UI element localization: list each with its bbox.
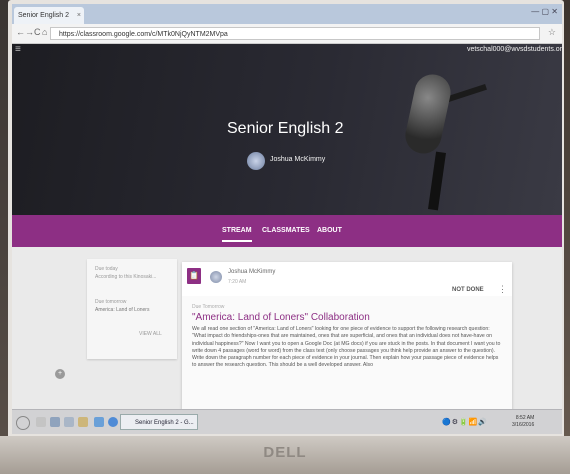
back-icon[interactable]: ← <box>16 27 25 37</box>
post-title[interactable]: "America: Land of Loners" Collaboration <box>192 312 370 323</box>
screen: Senior English 2 × — ▢ ✕ ← → C ⌂ https:/… <box>12 4 562 434</box>
more-options-icon[interactable]: ⋮ <box>498 284 507 295</box>
clock-date: 3/16/2016 <box>512 422 535 428</box>
taskbar: Senior English 2 - G... 🔵⚙🔋📶🔊 8:52 AM 3/… <box>12 409 562 434</box>
tab-about[interactable]: ABOUT <box>317 227 342 234</box>
view-all-link[interactable]: VIEW ALL <box>139 331 162 337</box>
tab-strip: Senior English 2 × — ▢ ✕ <box>12 4 562 24</box>
launcher-icon[interactable] <box>16 416 30 430</box>
class-title: Senior English 2 <box>227 120 344 137</box>
app-icon[interactable] <box>94 417 104 427</box>
browser-tab-title: Senior English 2 <box>18 12 69 19</box>
upcoming-card: Due today According to this Kinosaki... … <box>87 259 177 359</box>
teacher-avatar <box>247 152 265 170</box>
due-item[interactable]: According to this Kinosaki... <box>95 274 156 280</box>
window-controls[interactable]: — ▢ ✕ <box>531 7 558 16</box>
address-bar[interactable]: https://classroom.google.com/c/MTk0NjQyN… <box>50 27 540 40</box>
assignment-icon: 📋 <box>187 268 201 284</box>
folder-icon[interactable] <box>78 417 88 427</box>
menu-icon[interactable]: ≡ <box>15 44 21 55</box>
assignment-post[interactable]: 📋 Joshua McKimmy 7:20 AM NOT DONE ⋮ Due … <box>182 262 512 417</box>
brand-logo: DELL <box>263 444 307 461</box>
app-icon[interactable] <box>50 417 60 427</box>
app-icon[interactable] <box>64 417 74 427</box>
teacher-name: Joshua McKimmy <box>270 156 326 163</box>
upcoming-item[interactable]: America: Land of Loners <box>95 307 149 313</box>
clock[interactable]: 8:52 AM 3/16/2016 <box>512 415 534 429</box>
tab-stream[interactable]: STREAM <box>222 227 252 242</box>
clock-time: 8:52 AM <box>515 415 535 421</box>
post-author: Joshua McKimmy <box>228 269 276 275</box>
post-time: 7:20 AM <box>228 279 247 285</box>
reload-icon[interactable]: C <box>34 27 41 37</box>
tab-classmates[interactable]: CLASSMATES <box>262 227 310 234</box>
app-icon[interactable] <box>36 417 46 427</box>
add-button[interactable]: + <box>55 369 65 379</box>
status-badge: NOT DONE <box>452 287 484 293</box>
browser-tab[interactable]: Senior English 2 × <box>14 7 84 24</box>
post-body: We all read one section of "America: Lan… <box>192 326 501 369</box>
chrome-icon[interactable] <box>108 417 118 427</box>
due-label: Due today <box>95 266 118 272</box>
post-due: Due Tomorrow <box>192 304 225 310</box>
upcoming-label: Due tomorrow <box>95 299 127 305</box>
toolbar: ← → C ⌂ https://classroom.google.com/c/M… <box>12 24 562 44</box>
close-icon[interactable]: × <box>77 7 81 24</box>
home-icon[interactable]: ⌂ <box>42 27 47 37</box>
taskbar-window[interactable]: Senior English 2 - G... <box>120 414 198 430</box>
class-nav: STREAM CLASSMATES ABOUT <box>12 215 562 247</box>
star-icon[interactable]: ☆ <box>548 27 556 38</box>
user-email[interactable]: vetschal000@wvsdstudents.or <box>467 46 562 53</box>
system-tray[interactable]: 🔵⚙🔋📶🔊 <box>442 418 488 426</box>
author-avatar <box>210 271 222 283</box>
forward-icon[interactable]: → <box>25 27 34 37</box>
